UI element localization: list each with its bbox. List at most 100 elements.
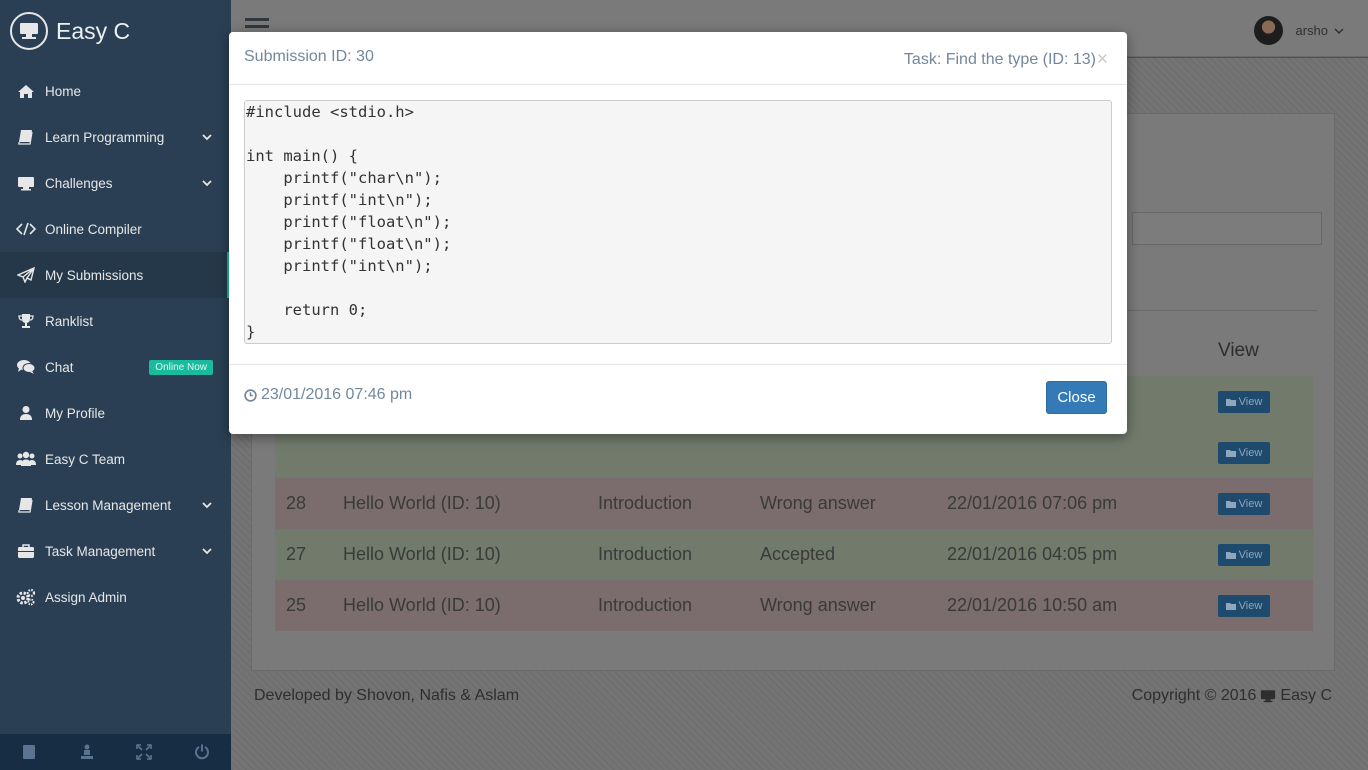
view-button[interactable]: View bbox=[1218, 492, 1270, 515]
view-button-label: View bbox=[1238, 599, 1263, 612]
user-icon bbox=[15, 404, 37, 422]
copyright: Copyright © 2016 Easy C bbox=[1132, 687, 1332, 705]
view-button-label: View bbox=[1238, 446, 1263, 459]
category: Introduction bbox=[598, 493, 693, 513]
modal-body: #include <stdio.h> int main() { printf("… bbox=[244, 100, 1112, 344]
folder-icon bbox=[1225, 398, 1236, 406]
table-header-view: View bbox=[1218, 340, 1259, 361]
sidebar-item-my-submissions[interactable]: My Submissions bbox=[0, 252, 231, 298]
task-name[interactable]: Hello World (ID: 10) bbox=[343, 493, 501, 514]
folder-icon bbox=[1225, 551, 1236, 559]
sidebar-item-home[interactable]: Home bbox=[0, 68, 231, 114]
code-icon bbox=[15, 220, 37, 238]
search-input[interactable] bbox=[1132, 212, 1322, 245]
sidebar-item-my-profile[interactable]: My Profile bbox=[0, 390, 231, 436]
task-name[interactable]: Hello World (ID: 10) bbox=[343, 595, 501, 616]
submission-timestamp: 23/01/2016 07:46 pm bbox=[244, 386, 412, 404]
submission-id: 28 bbox=[286, 493, 307, 513]
timestamp-text: 23/01/2016 07:46 pm bbox=[261, 386, 413, 403]
comments-icon bbox=[15, 358, 37, 376]
cogs-icon bbox=[15, 588, 37, 606]
sidebar-item-label: Home bbox=[45, 83, 82, 99]
sidebar-item-label: My Profile bbox=[45, 405, 106, 421]
brand[interactable]: Easy C bbox=[0, 0, 231, 62]
category: Introduction bbox=[598, 595, 693, 615]
view-button-label: View bbox=[1238, 395, 1263, 408]
sidebar-item-challenges[interactable]: Challenges bbox=[0, 160, 231, 206]
trophy-icon bbox=[15, 312, 37, 330]
desktop-icon bbox=[1261, 690, 1276, 703]
book-icon bbox=[15, 128, 37, 146]
modal-title: Submission ID: 30 bbox=[244, 48, 374, 65]
category: Introduction bbox=[598, 544, 693, 564]
sidebar-item-label: Task Management bbox=[45, 543, 156, 559]
modal-header: Submission ID: 30 Task: Find the type (I… bbox=[229, 32, 1127, 85]
sidebar-item-task-management[interactable]: Task Management bbox=[0, 528, 231, 574]
status: Wrong answer bbox=[760, 493, 876, 513]
briefcase-icon bbox=[15, 542, 37, 560]
folder-icon bbox=[1225, 449, 1236, 457]
clock-icon bbox=[244, 388, 257, 402]
copyright-text: Copyright © 2016 bbox=[1131, 687, 1257, 704]
chevron-down-icon bbox=[202, 548, 212, 555]
table-row: 27 Hello World (ID: 10) Introduction Acc… bbox=[275, 529, 1313, 580]
sidebar-item-assign-admin[interactable]: Assign Admin bbox=[0, 574, 231, 620]
sidebar-item-label: Challenges bbox=[45, 175, 113, 191]
sidebar-item-label: Easy C Team bbox=[45, 451, 126, 467]
sidebar-item-label: Assign Admin bbox=[45, 589, 127, 605]
chevron-down-icon bbox=[202, 502, 212, 509]
user-menu[interactable]: arsho bbox=[1254, 16, 1344, 45]
modal-footer: 23/01/2016 07:46 pm Close bbox=[229, 364, 1127, 434]
sidebar-menu: Home Learn Programming Challenges Online… bbox=[0, 68, 231, 620]
view-button[interactable]: View bbox=[1218, 441, 1270, 464]
table-row: View bbox=[275, 427, 1313, 478]
expand-icon[interactable] bbox=[132, 741, 156, 763]
chevron-down-icon bbox=[202, 180, 212, 187]
sidebar: Easy C Home Learn Programming Challenges… bbox=[0, 0, 231, 770]
status: Accepted bbox=[760, 544, 836, 564]
book-icon[interactable] bbox=[17, 741, 41, 763]
table-row: 25 Hello World (ID: 10) Introduction Wro… bbox=[275, 580, 1313, 631]
footer-brand: Easy C bbox=[1280, 687, 1332, 704]
sidebar-item-ranklist[interactable]: Ranklist bbox=[0, 298, 231, 344]
brand-title: Easy C bbox=[56, 17, 131, 44]
avatar bbox=[1254, 16, 1284, 45]
sidebar-item-label: Chat bbox=[45, 359, 74, 375]
submitted-time: 22/01/2016 04:05 pm bbox=[947, 544, 1118, 564]
view-button[interactable]: View bbox=[1218, 543, 1270, 566]
submitted-time: 22/01/2016 07:06 pm bbox=[947, 493, 1118, 513]
sidebar-item-chat[interactable]: Chat Online Now bbox=[0, 344, 231, 390]
folder-icon bbox=[1225, 602, 1236, 610]
desktop-icon bbox=[15, 174, 37, 192]
view-button[interactable]: View bbox=[1218, 390, 1270, 413]
sidebar-item-label: Lesson Management bbox=[45, 497, 172, 513]
submission-id: 27 bbox=[286, 544, 307, 564]
table-row: 28 Hello World (ID: 10) Introduction Wro… bbox=[275, 478, 1313, 529]
modal-task-label: Task: Find the type (ID: 13) bbox=[903, 51, 1096, 68]
folder-icon bbox=[1225, 500, 1236, 508]
chess-icon[interactable] bbox=[75, 741, 99, 763]
view-button[interactable]: View bbox=[1218, 594, 1270, 617]
task-name[interactable]: Hello World (ID: 10) bbox=[343, 544, 501, 565]
developed-by-text: Developed by Shovon, Nafis & Aslam bbox=[254, 687, 520, 704]
status: Wrong answer bbox=[760, 595, 876, 615]
book-icon bbox=[15, 496, 37, 514]
sidebar-item-learn-programming[interactable]: Learn Programming bbox=[0, 114, 231, 160]
sidebar-item-label: My Submissions bbox=[45, 267, 144, 283]
paper-plane-icon bbox=[15, 266, 37, 284]
chevron-down-icon bbox=[202, 134, 212, 141]
power-icon[interactable] bbox=[190, 741, 214, 763]
view-button-label: View bbox=[1238, 548, 1263, 561]
sidebar-item-online-compiler[interactable]: Online Compiler bbox=[0, 206, 231, 252]
modal-close-x-button[interactable]: × bbox=[1097, 49, 1108, 71]
username: arsho bbox=[1295, 23, 1328, 38]
home-icon bbox=[15, 82, 37, 100]
source-code-block: #include <stdio.h> int main() { printf("… bbox=[244, 100, 1112, 344]
sidebar-item-easy-c-team[interactable]: Easy C Team bbox=[0, 436, 231, 482]
sidebar-item-lesson-management[interactable]: Lesson Management bbox=[0, 482, 231, 528]
submitted-time: 22/01/2016 10:50 am bbox=[947, 595, 1118, 615]
view-button-label: View bbox=[1238, 497, 1263, 510]
desktop-logo-icon bbox=[10, 12, 48, 50]
submission-id: 25 bbox=[286, 595, 307, 615]
close-button[interactable]: Close bbox=[1046, 381, 1107, 414]
